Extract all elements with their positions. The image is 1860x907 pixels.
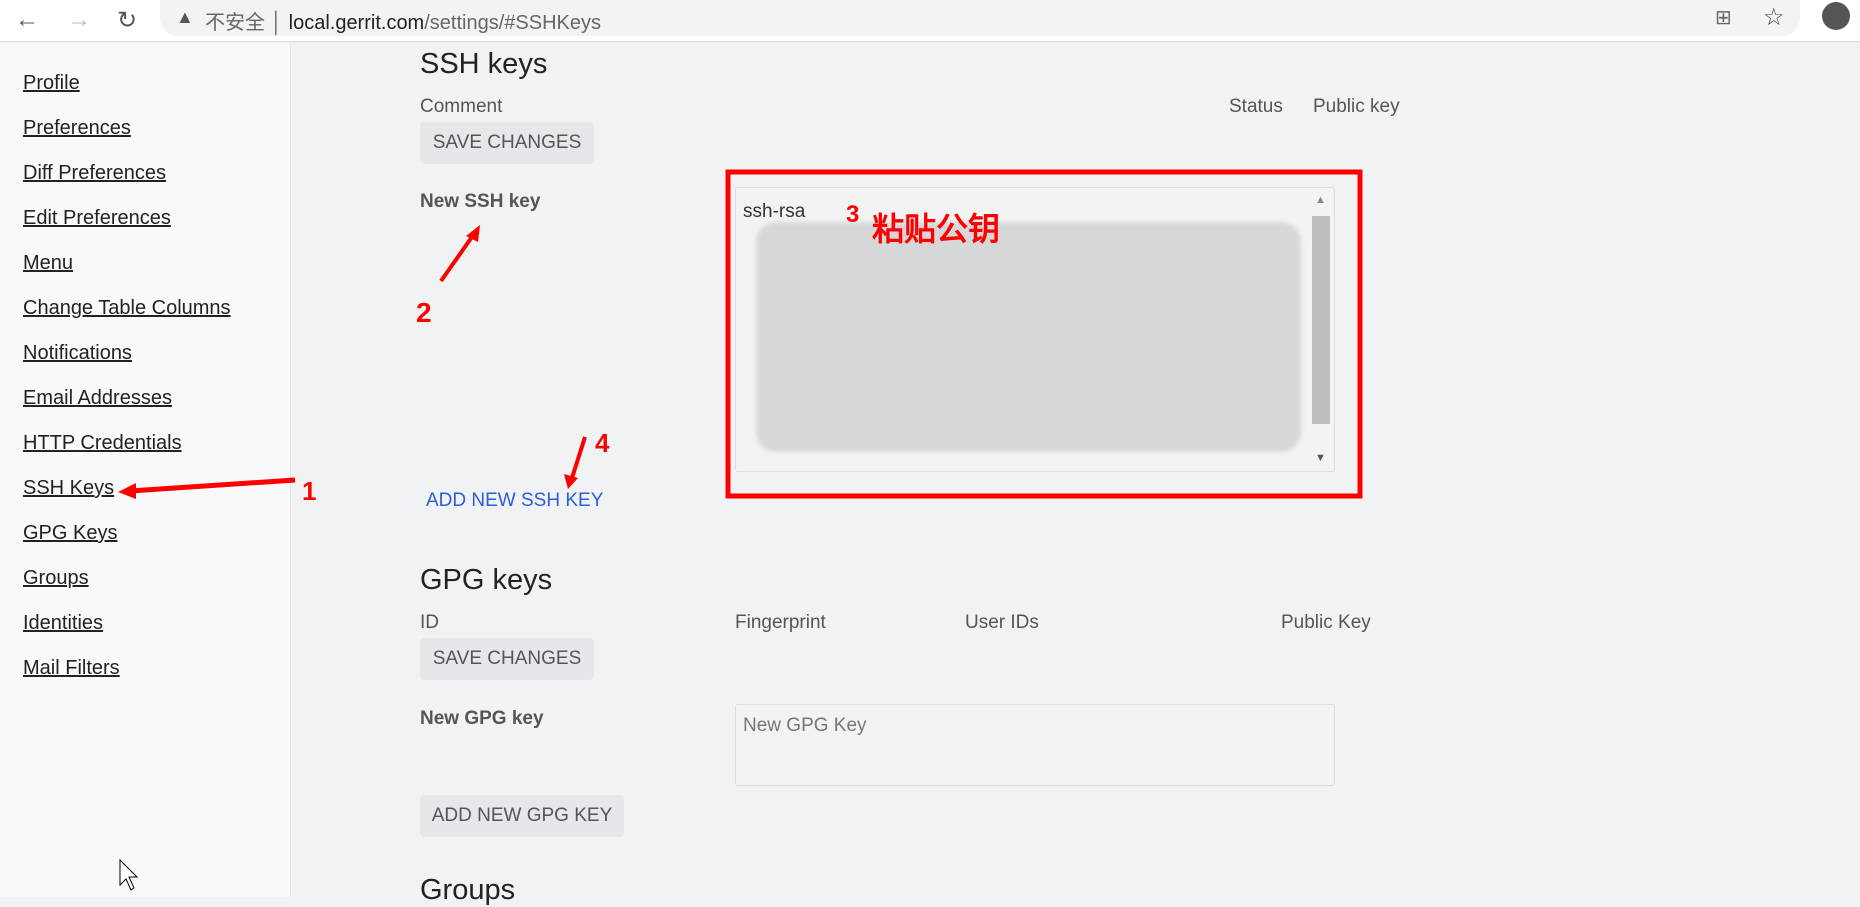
annotation-paste-text: 粘贴公钥 — [872, 210, 1000, 248]
annotation-layer: 1 2 3 粘贴公钥 4 — [118, 169, 1363, 891]
arrow-2 — [439, 232, 476, 283]
mouse-cursor-icon — [119, 858, 139, 891]
highlight-box — [725, 169, 1363, 499]
arrow-4-head — [564, 474, 578, 489]
annotation-3: 3 — [846, 201, 859, 228]
annotation-4: 4 — [595, 428, 610, 458]
annotation-2: 2 — [416, 297, 432, 328]
arrow-4 — [570, 436, 587, 479]
annotation-1: 1 — [302, 476, 316, 506]
arrow-1 — [129, 477, 296, 494]
arrow-1-head — [118, 483, 136, 499]
